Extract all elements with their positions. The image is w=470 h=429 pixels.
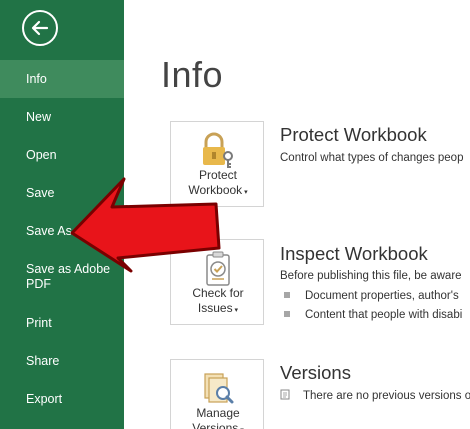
page-title: Info xyxy=(161,54,224,95)
nav-item-label-line1: Save as Adobe xyxy=(26,262,111,276)
section-title: Versions xyxy=(280,362,351,383)
nav-item-save[interactable]: Save xyxy=(0,186,124,201)
bullet-icon xyxy=(284,291,290,298)
section-description: Control what types of changes peop xyxy=(280,152,464,164)
nav-item-label: Print xyxy=(26,316,52,330)
check-for-issues-button[interactable]: Check for Issues ▾ xyxy=(170,239,264,325)
section-description: Before publishing this file, be aware xyxy=(280,270,462,282)
nav-item-label: New xyxy=(26,110,52,124)
nav-item-export[interactable]: Export xyxy=(0,392,124,407)
list-item: Document properties, author's xyxy=(284,290,459,302)
nav-item-open[interactable]: Open xyxy=(0,148,124,163)
section-title: Inspect Workbook xyxy=(280,243,428,264)
tile-label-line1: Protect xyxy=(198,168,237,182)
tile-label-line2: Workbook ▾ xyxy=(188,183,248,197)
section-title: Protect Workbook xyxy=(280,124,427,145)
nav-item-new[interactable]: New xyxy=(0,110,124,125)
back-arrow-icon xyxy=(31,20,49,36)
backstage-sidebar: Info New Open Save Save As Save as Adobe… xyxy=(0,0,124,429)
lock-key-icon xyxy=(203,132,233,168)
nav-item-label: Save xyxy=(26,186,55,200)
nav-item-label: Info xyxy=(26,72,47,86)
dropdown-caret-icon: ▾ xyxy=(232,307,239,314)
nav-item-print[interactable]: Print xyxy=(0,316,124,331)
versions-search-icon xyxy=(204,373,234,404)
nav-item-share[interactable]: Share xyxy=(0,354,124,369)
checklist-icon xyxy=(206,251,230,286)
list-item: Content that people with disabi xyxy=(284,309,462,321)
tile-label-line1: Check for xyxy=(192,286,244,300)
nav-item-save-as[interactable]: Save As xyxy=(0,224,124,239)
tile-label-line2: Issues ▾ xyxy=(197,301,239,315)
back-button[interactable] xyxy=(22,10,58,46)
bullet-icon xyxy=(284,310,290,317)
tile-label-line1: Manage xyxy=(196,406,240,420)
nav-item-label: Save As xyxy=(26,224,72,238)
nav-item-save-as-adobe-pdf[interactable]: Save as Adobe PDF xyxy=(0,262,124,292)
info-pane: Info Protect Workbook ▾ Protect Workbook… xyxy=(124,0,470,429)
nav-item-label: Export xyxy=(26,392,63,406)
nav-item-label-line2: PDF xyxy=(26,277,51,291)
nav-item-info[interactable]: Info xyxy=(0,60,124,98)
tile-label-line2: Versions ▾ xyxy=(171,421,265,429)
nav-item-label: Share xyxy=(26,354,60,368)
document-icon xyxy=(280,389,290,400)
section-description: There are no previous versions o xyxy=(280,389,470,402)
nav-item-label: Open xyxy=(26,148,57,162)
manage-versions-button[interactable]: Manage Versions ▾ xyxy=(170,359,264,429)
protect-workbook-button[interactable]: Protect Workbook ▾ xyxy=(170,121,264,207)
dropdown-caret-icon: ▾ xyxy=(242,189,248,196)
